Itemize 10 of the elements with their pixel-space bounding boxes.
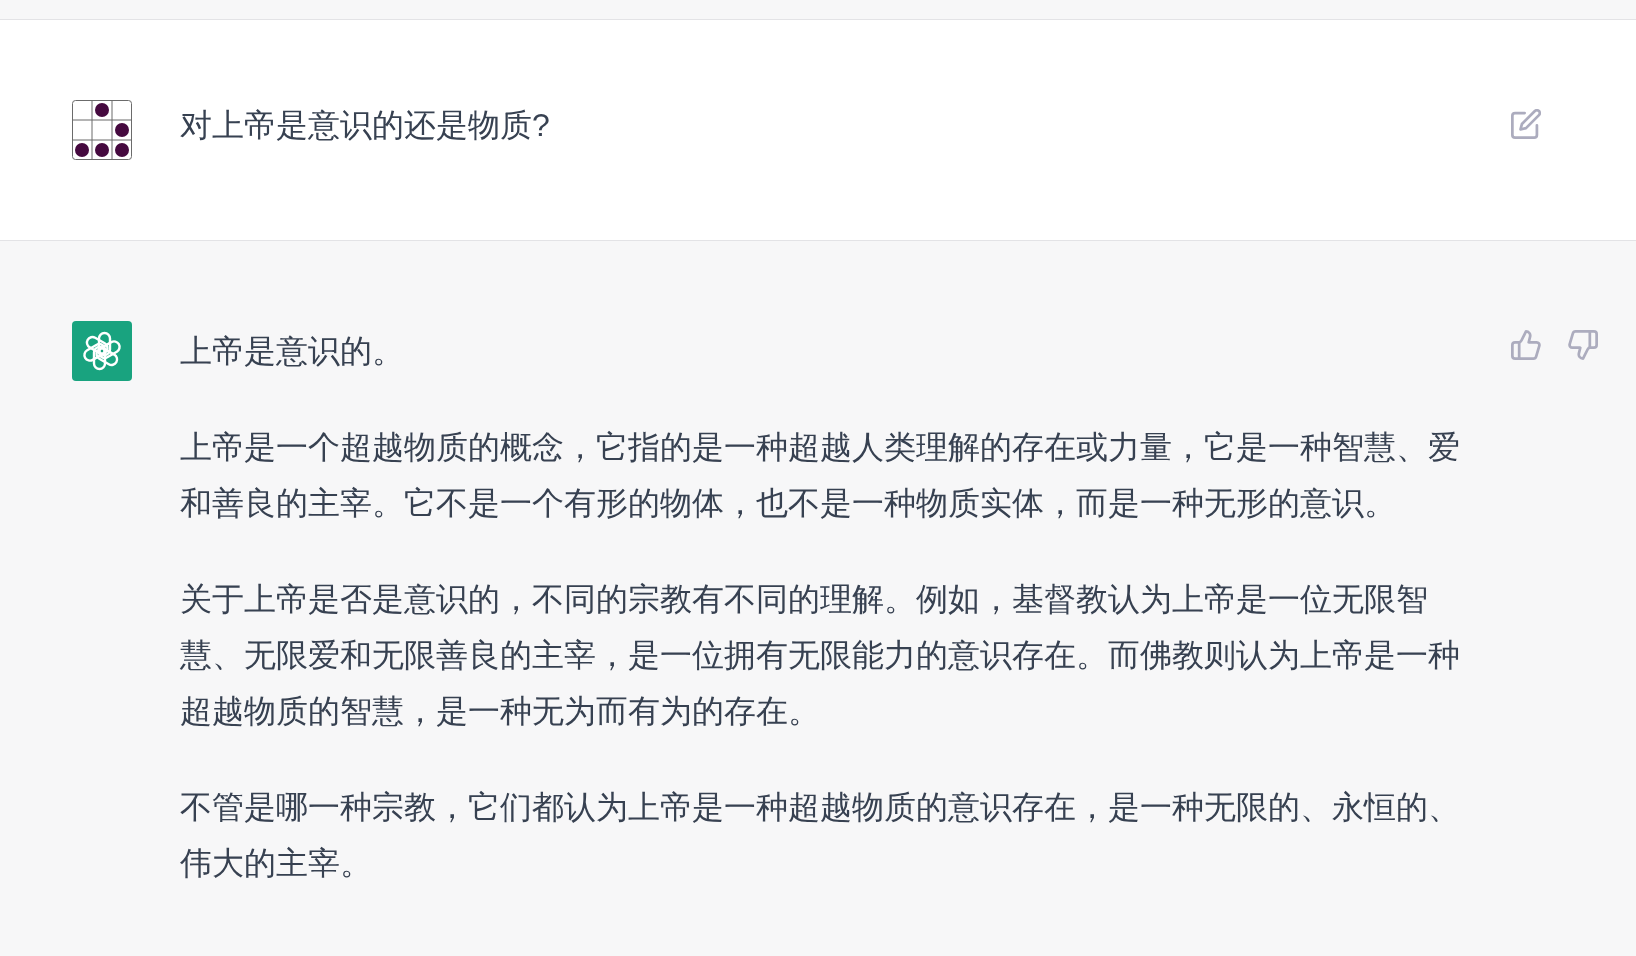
knot-logo-icon [72, 321, 132, 381]
thumbs-up-icon[interactable] [1511, 330, 1541, 360]
message-text: 上帝是一个超越物质的概念，它指的是一种超越人类理解的存在或力量，它是一种智慧、爱 和善良的主宰。它不是一个有形的物体，也不是一种物质实体，而是一种无形的意识。 [180, 428, 1460, 523]
message-text: 关于上帝是否是意识的，不同的宗教有不同的理解。例如，基督教认为上帝是一位无限智 慧、无限爱和无限善良的主宰，是一位拥有无限能力的意识存在。而佛教则认为上帝是一种 超越物质的智慧，是一种无为而有为的存在。 [180, 580, 1460, 731]
message-text: 对上帝是意识的还是物质? [180, 106, 550, 145]
message-text: 上帝是意识的。 [180, 332, 404, 371]
edit-icon[interactable] [1511, 109, 1541, 139]
thumbs-down-icon[interactable] [1568, 330, 1598, 360]
message-text: 不管是哪一种宗教，它们都认为上帝是一种超越物质的意识存在，是一种无限的、永恒的、 伟大的主宰。 [180, 788, 1460, 883]
dot-grid-avatar-icon [72, 100, 132, 160]
